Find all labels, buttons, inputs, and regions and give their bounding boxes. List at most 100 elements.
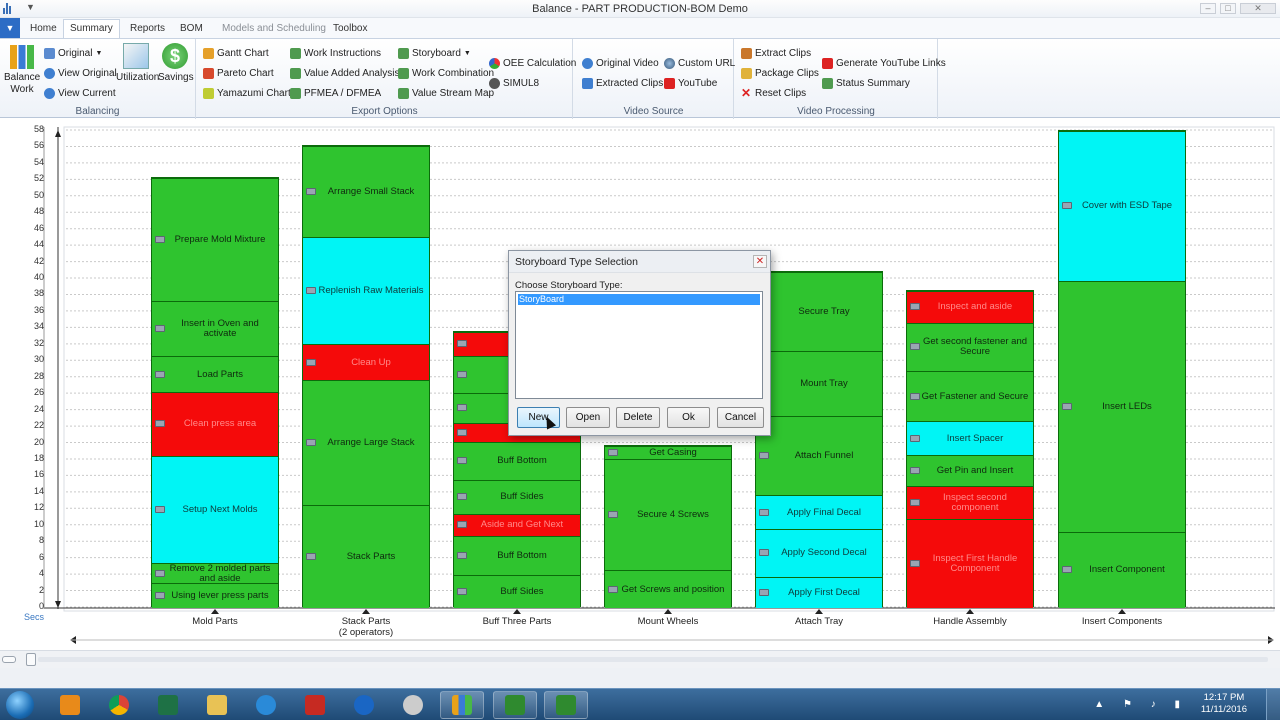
balance-work-button[interactable]: Balance Work bbox=[4, 43, 40, 96]
original-video-button[interactable]: Original Video bbox=[582, 55, 659, 71]
extract-clips-button[interactable]: Extract Clips bbox=[741, 45, 811, 61]
bar-segment[interactable]: Apply Second Decal bbox=[756, 529, 882, 577]
video-clip-icon[interactable] bbox=[306, 358, 316, 366]
gantt-chart-button[interactable]: Gantt Chart bbox=[203, 45, 269, 61]
tab-home[interactable]: Home bbox=[24, 21, 63, 36]
youtube-button[interactable]: YouTube bbox=[664, 75, 717, 91]
video-clip-icon[interactable] bbox=[155, 569, 165, 577]
camtasia-taskbar-icon[interactable] bbox=[493, 691, 537, 719]
video-clip-icon[interactable] bbox=[608, 511, 618, 519]
storyboard-type-list[interactable]: StoryBoard bbox=[515, 291, 763, 399]
work-combination-button[interactable]: Work Combination bbox=[398, 65, 494, 81]
video-clip-icon[interactable] bbox=[306, 187, 316, 195]
storyboard-button[interactable]: Storyboard ▼ bbox=[398, 45, 471, 61]
system-tray[interactable]: ▲ ⚑ ♪ ▮ bbox=[1094, 699, 1188, 710]
bar-segment[interactable]: Get second fastener and Secure bbox=[907, 322, 1033, 372]
bar-segment[interactable]: Buff Sides bbox=[454, 479, 580, 515]
video-clip-icon[interactable] bbox=[457, 551, 467, 559]
work-instructions-button[interactable]: Work Instructions bbox=[290, 45, 381, 61]
ie-taskbar-icon[interactable] bbox=[244, 691, 288, 719]
bar-segment[interactable]: Arrange Small Stack bbox=[303, 145, 429, 238]
media-player-taskbar-icon[interactable] bbox=[48, 691, 92, 719]
video-clip-icon[interactable] bbox=[155, 370, 165, 378]
dialog-close-button[interactable]: ✕ bbox=[753, 255, 767, 268]
oee-calculation-button[interactable]: OEE Calculation bbox=[489, 55, 576, 71]
custom-url-button[interactable]: Custom URL bbox=[664, 55, 735, 71]
yamazumi-chart-button[interactable]: Yamazumi Chart bbox=[203, 85, 291, 101]
bar-segment[interactable]: Load Parts bbox=[152, 356, 278, 392]
tab-bom[interactable]: BOM bbox=[174, 21, 209, 36]
bar-segment[interactable]: Clean press area bbox=[152, 391, 278, 456]
timer-taskbar-icon[interactable] bbox=[391, 691, 435, 719]
bar-segment[interactable]: Get Pin and Insert bbox=[907, 455, 1033, 487]
clock[interactable]: 12:17 PM 11/11/2016 bbox=[1201, 692, 1247, 716]
show-desktop-button[interactable] bbox=[1266, 689, 1280, 720]
video-clip-icon[interactable] bbox=[457, 340, 467, 348]
video-clip-icon[interactable] bbox=[910, 434, 920, 442]
bar-mold-parts[interactable]: Using lever press parts Remove 2 molded p… bbox=[151, 176, 279, 608]
bar-segment[interactable]: Apply Final Decal bbox=[756, 495, 882, 530]
video-clip-icon[interactable] bbox=[1062, 202, 1072, 210]
bar-segment[interactable]: Buff Bottom bbox=[454, 535, 580, 576]
video-clip-icon[interactable] bbox=[457, 404, 467, 412]
generate-youtube-links-button[interactable]: Generate YouTube Links bbox=[822, 55, 946, 71]
bar-segment[interactable]: Prepare Mold Mixture bbox=[152, 177, 278, 302]
video-clip-icon[interactable] bbox=[155, 592, 165, 600]
video-clip-icon[interactable] bbox=[457, 428, 467, 436]
excel-taskbar-icon[interactable] bbox=[146, 691, 190, 719]
new-button[interactable]: New bbox=[517, 407, 560, 430]
bar-segment[interactable]: Get Screws and position bbox=[605, 570, 731, 608]
video-clip-icon[interactable] bbox=[306, 553, 316, 561]
package-clips-button[interactable]: Package Clips bbox=[741, 65, 819, 81]
delete-button[interactable]: Delete bbox=[616, 407, 660, 428]
view-original-button[interactable]: View Original bbox=[44, 65, 117, 81]
value-stream-map-button[interactable]: Value Stream Map bbox=[398, 85, 494, 101]
extracted-clips-button[interactable]: Extracted Clips bbox=[582, 75, 663, 91]
reset-clips-button[interactable]: ✕ Reset Clips bbox=[741, 85, 806, 101]
original-dropdown[interactable]: Original ▼ bbox=[44, 45, 102, 61]
bar-segment[interactable]: Buff Bottom bbox=[454, 441, 580, 480]
scroll-track[interactable] bbox=[38, 657, 1268, 662]
bar-segment[interactable]: Aside and Get Next bbox=[454, 514, 580, 536]
cancel-button[interactable]: Cancel bbox=[717, 407, 764, 428]
bar-segment[interactable]: Clean Up bbox=[303, 343, 429, 381]
video-clip-icon[interactable] bbox=[1062, 402, 1072, 410]
open-button[interactable]: Open bbox=[566, 407, 610, 428]
pareto-chart-button[interactable]: Pareto Chart bbox=[203, 65, 274, 81]
list-item-storyboard[interactable]: StoryBoard bbox=[518, 294, 760, 305]
bar-segment[interactable]: Apply First Decal bbox=[756, 576, 882, 608]
video-clip-icon[interactable] bbox=[759, 508, 769, 516]
bar-segment[interactable]: Insert Component bbox=[1059, 531, 1185, 608]
bar-segment[interactable]: Cover with ESD Tape bbox=[1059, 131, 1185, 281]
bar-handle-assembly[interactable]: Inspect First Handle Component Inspect se… bbox=[906, 290, 1034, 608]
camtasia-recorder-taskbar-icon[interactable] bbox=[544, 691, 588, 719]
bar-segment[interactable]: Secure 4 Screws bbox=[605, 459, 731, 571]
video-clip-icon[interactable] bbox=[457, 588, 467, 596]
video-clip-icon[interactable] bbox=[155, 505, 165, 513]
video-clip-icon[interactable] bbox=[457, 493, 467, 501]
video-clip-icon[interactable] bbox=[910, 343, 920, 351]
video-clip-icon[interactable] bbox=[155, 236, 165, 244]
video-clip-icon[interactable] bbox=[457, 521, 467, 529]
bar-mount-wheels[interactable]: Get Screws and position Secure 4 Screws Ge… bbox=[604, 444, 732, 608]
scroll-thumb[interactable] bbox=[26, 653, 36, 666]
balance-app-taskbar-icon[interactable] bbox=[440, 691, 484, 719]
bar-segment[interactable]: Attach Funnel bbox=[756, 416, 882, 496]
sync-taskbar-icon[interactable] bbox=[342, 691, 386, 719]
pfmea-button[interactable]: PFMEA / DFMEA bbox=[290, 85, 381, 101]
video-clip-icon[interactable] bbox=[910, 303, 920, 311]
close-button[interactable]: ✕ bbox=[1240, 3, 1276, 14]
tab-reports[interactable]: Reports bbox=[124, 21, 171, 36]
video-clip-icon[interactable] bbox=[306, 439, 316, 447]
bar-segment[interactable]: Remove 2 molded parts and aside bbox=[152, 562, 278, 584]
bar-segment[interactable]: Using lever press parts bbox=[152, 583, 278, 608]
bar-segment[interactable]: Insert in Oven and activate bbox=[152, 301, 278, 357]
video-clip-icon[interactable] bbox=[608, 585, 618, 593]
bar-segment[interactable]: Secure Tray bbox=[756, 272, 882, 351]
bar-attach-tray[interactable]: Apply First Decal Apply Second Decal Apply… bbox=[755, 271, 883, 608]
bar-stack-parts[interactable]: Stack Parts Arrange Large Stack Clean Up Re… bbox=[302, 144, 430, 608]
status-summary-button[interactable]: Status Summary bbox=[822, 75, 910, 91]
ok-button[interactable]: Ok bbox=[667, 407, 710, 428]
video-clip-icon[interactable] bbox=[1062, 566, 1072, 574]
view-current-button[interactable]: View Current bbox=[44, 85, 116, 101]
